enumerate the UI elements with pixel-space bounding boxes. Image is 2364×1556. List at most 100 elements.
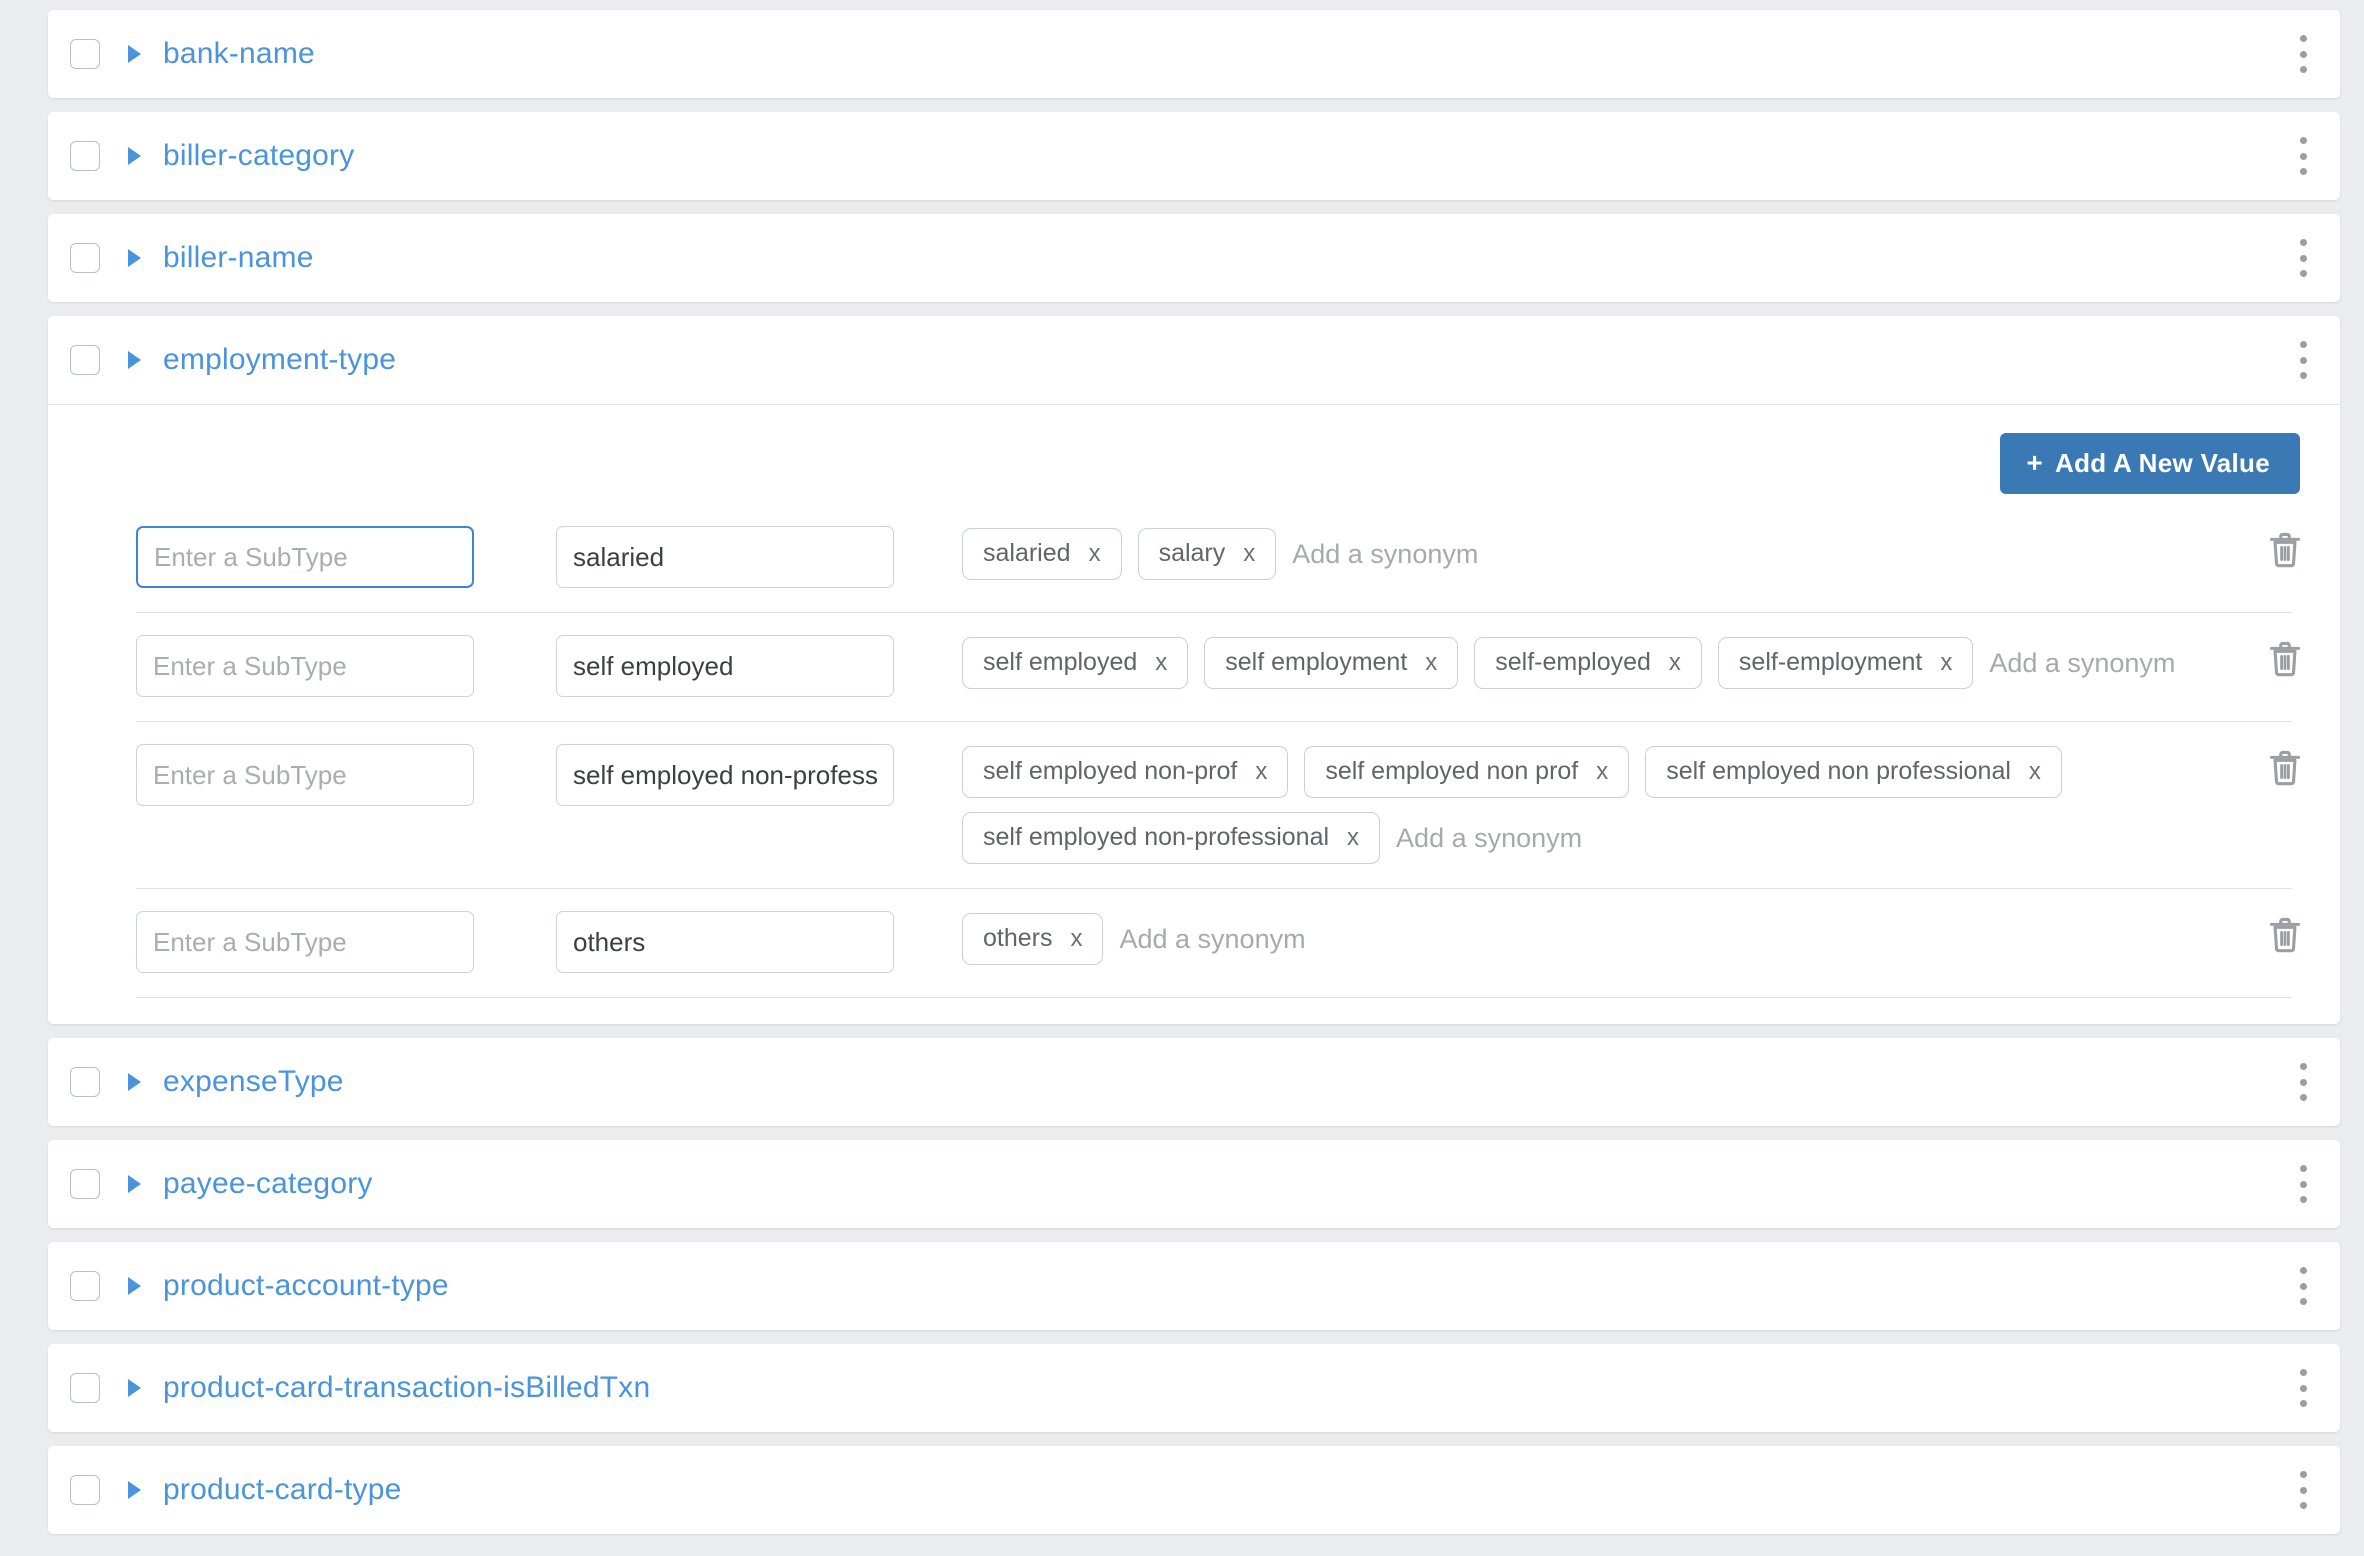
expand-caret-icon[interactable] <box>128 45 141 63</box>
subtype-input[interactable] <box>136 526 474 588</box>
kebab-menu-icon-payee-category[interactable] <box>2292 1163 2314 1205</box>
synonym-chip-label: self employed non prof <box>1325 757 1579 785</box>
entity-header-biller-category[interactable]: biller-category <box>48 112 2340 200</box>
synonym-chip-label: self-employment <box>1738 648 1923 676</box>
synonym-chip[interactable]: self employment x <box>1204 637 1459 689</box>
value-row: self employedx self employmentx self-emplo… <box>136 613 2301 722</box>
entity-name-label[interactable]: biller-name <box>163 241 314 275</box>
entity-name-label[interactable]: expenseType <box>163 1065 344 1099</box>
kebab-menu-icon-product-account-type[interactable] <box>2292 1265 2314 1307</box>
kebab-dot <box>2299 1165 2307 1172</box>
subtype-input[interactable] <box>136 744 474 806</box>
entity-checkbox-product-account-type[interactable] <box>70 1271 100 1301</box>
remove-synonym-icon[interactable]: x <box>1255 759 1267 784</box>
delete-value-icon[interactable] <box>2268 530 2302 570</box>
kebab-dot <box>2299 1471 2307 1478</box>
synonym-chip[interactable]: self-employment x <box>1717 637 1974 689</box>
entity-name-label[interactable]: product-card-type <box>163 1473 402 1507</box>
synonym-chip[interactable]: self employed non professional x <box>1645 746 2062 798</box>
add-synonym-input[interactable]: Add a synonym <box>1292 539 1478 570</box>
entity-header-product-account-type[interactable]: product-account-type <box>48 1242 2340 1330</box>
synonym-chip[interactable]: self employed non prof x <box>1304 746 1630 798</box>
value-row: salariedxsalaryxAdd a synonym <box>136 504 2301 613</box>
add-synonym-input[interactable]: Add a synonym <box>1396 823 1582 854</box>
expand-caret-icon[interactable] <box>128 1481 141 1499</box>
subtype-input[interactable] <box>136 911 474 973</box>
value-input[interactable] <box>556 526 894 588</box>
expand-caret-icon[interactable] <box>128 249 141 267</box>
remove-synonym-icon[interactable]: x <box>1347 825 1359 850</box>
entity-checkbox-biller-name[interactable] <box>70 243 100 273</box>
kebab-dot <box>2299 1502 2307 1509</box>
entity-checkbox-bank-name[interactable] <box>70 39 100 69</box>
kebab-menu-icon-bank-name[interactable] <box>2292 33 2314 75</box>
kebab-menu-icon-expenseType[interactable] <box>2292 1061 2314 1103</box>
value-input[interactable] <box>556 911 894 973</box>
entity-header-employment-type[interactable]: employment-type <box>48 316 2340 404</box>
entity-checkbox-biller-category[interactable] <box>70 141 100 171</box>
add-synonym-input[interactable]: Add a synonym <box>1989 648 2175 679</box>
kebab-menu-icon-employment-type[interactable] <box>2292 339 2314 381</box>
kebab-dot <box>2299 341 2307 348</box>
entity-name-label[interactable]: employment-type <box>163 343 396 377</box>
entity-header-product-card-type[interactable]: product-card-type <box>48 1446 2340 1534</box>
add-synonym-input[interactable]: Add a synonym <box>1119 924 1305 955</box>
kebab-dot <box>2299 1094 2307 1101</box>
entity-name-label[interactable]: bank-name <box>163 37 315 71</box>
entity-header-biller-name[interactable]: biller-name <box>48 214 2340 302</box>
remove-synonym-icon[interactable]: x <box>1155 650 1167 675</box>
expand-caret-icon[interactable] <box>128 1073 141 1091</box>
expand-caret-icon[interactable] <box>128 147 141 165</box>
entity-header-expenseType[interactable]: expenseType <box>48 1038 2340 1126</box>
entity-checkbox-product-card-transaction-isBilledTxn[interactable] <box>70 1373 100 1403</box>
add-value-toolbar: + Add A New Value <box>48 405 2340 504</box>
synonym-chip[interactable]: self-employed x <box>1474 637 1702 689</box>
remove-synonym-icon[interactable]: x <box>1940 650 1952 675</box>
entity-checkbox-payee-category[interactable] <box>70 1169 100 1199</box>
entity-list: bank-name biller-category biller-name emplo… <box>0 0 2364 1534</box>
remove-synonym-icon[interactable]: x <box>1669 650 1681 675</box>
value-input[interactable] <box>556 635 894 697</box>
expand-caret-icon[interactable] <box>128 351 141 369</box>
synonym-chip[interactable]: salary x <box>1137 528 1277 580</box>
kebab-dot <box>2299 1298 2307 1305</box>
synonym-chip-label: salaried <box>983 539 1071 567</box>
entity-header-bank-name[interactable]: bank-name <box>48 10 2340 98</box>
entity-name-label[interactable]: product-account-type <box>163 1269 449 1303</box>
entity-name-label[interactable]: product-card-transaction-isBilledTxn <box>163 1371 650 1405</box>
add-a-new-value-button[interactable]: + Add A New Value <box>2000 433 2300 494</box>
expand-caret-icon[interactable] <box>128 1379 141 1397</box>
entity-checkbox-expenseType[interactable] <box>70 1067 100 1097</box>
synonym-chip[interactable]: salaried x <box>962 528 1122 580</box>
entity-checkbox-employment-type[interactable] <box>70 345 100 375</box>
synonym-chip[interactable]: self employed non-professional x <box>962 812 1381 864</box>
remove-synonym-icon[interactable]: x <box>2029 759 2041 784</box>
entity-checkbox-product-card-type[interactable] <box>70 1475 100 1505</box>
expand-caret-icon[interactable] <box>128 1277 141 1295</box>
remove-synonym-icon[interactable]: x <box>1243 541 1255 566</box>
synonym-chip[interactable]: self employed non-prof x <box>962 746 1289 798</box>
delete-value-icon[interactable] <box>2268 639 2302 679</box>
remove-synonym-icon[interactable]: x <box>1425 650 1437 675</box>
entity-name-label[interactable]: biller-category <box>163 139 354 173</box>
delete-value-icon[interactable] <box>2268 748 2302 788</box>
kebab-menu-icon-product-card-type[interactable] <box>2292 1469 2314 1511</box>
subtype-input[interactable] <box>136 635 474 697</box>
entity-expanded-panel: +Add A New ValuesalariedxsalaryxAdd a sy… <box>48 404 2340 1024</box>
remove-synonym-icon[interactable]: x <box>1596 759 1608 784</box>
kebab-menu-icon-product-card-transaction-isBilledTxn[interactable] <box>2292 1367 2314 1409</box>
synonym-chip[interactable]: others x <box>962 913 1104 965</box>
kebab-menu-icon-biller-name[interactable] <box>2292 237 2314 279</box>
kebab-menu-icon-biller-category[interactable] <box>2292 135 2314 177</box>
entity-header-product-card-transaction-isBilledTxn[interactable]: product-card-transaction-isBilledTxn <box>48 1344 2340 1432</box>
remove-synonym-icon[interactable]: x <box>1089 541 1101 566</box>
delete-value-icon[interactable] <box>2268 915 2302 955</box>
entity-header-payee-category[interactable]: payee-category <box>48 1140 2340 1228</box>
remove-synonym-icon[interactable]: x <box>1070 926 1082 951</box>
synonym-chip[interactable]: self employed x <box>962 637 1189 689</box>
value-input[interactable] <box>556 744 894 806</box>
expand-caret-icon[interactable] <box>128 1175 141 1193</box>
entity-card-biller-category: biller-category <box>48 112 2340 200</box>
kebab-dot <box>2299 1196 2307 1203</box>
entity-name-label[interactable]: payee-category <box>163 1167 373 1201</box>
